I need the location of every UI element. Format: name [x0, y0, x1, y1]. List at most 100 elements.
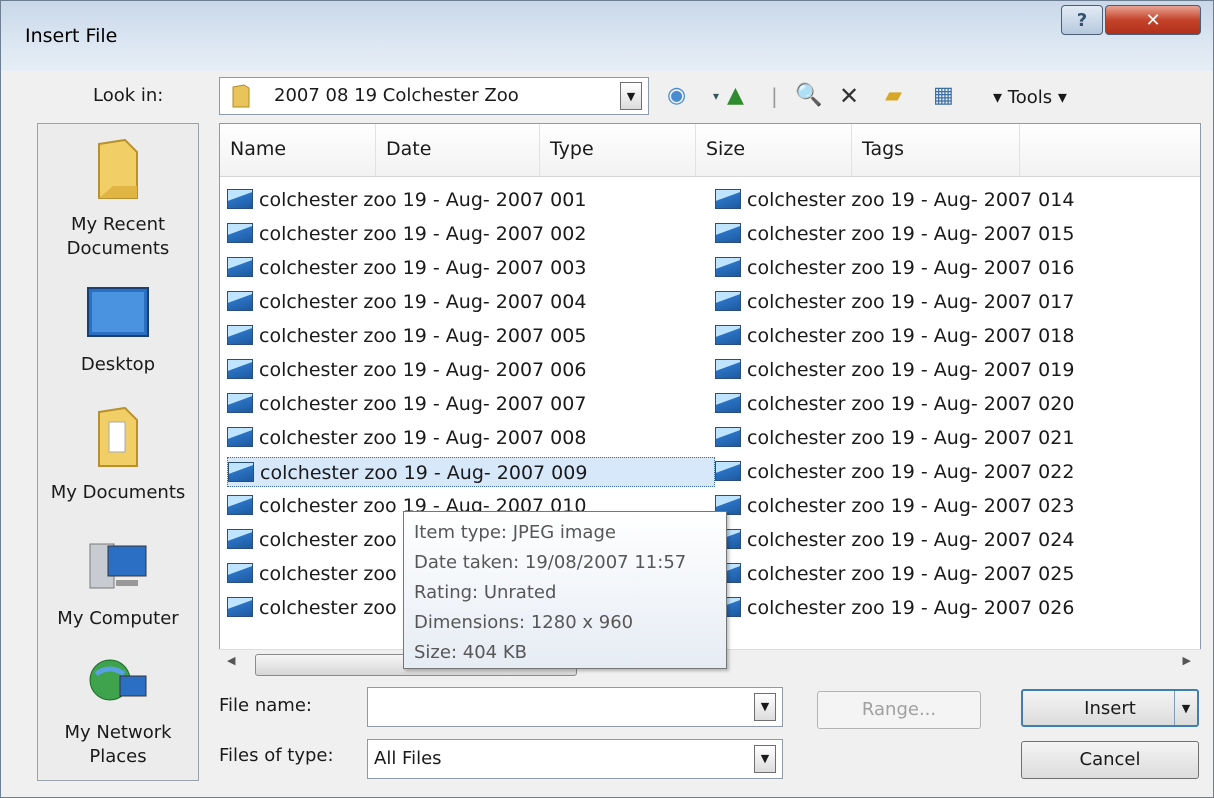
- file-item[interactable]: colchester zoo 19 - Aug- 2007 014: [715, 185, 1074, 215]
- column-header-row: Name Date Type Size Tags: [220, 124, 1200, 177]
- file-name: colchester zoo 19 - Aug- 2007 001: [259, 189, 587, 211]
- file-item[interactable]: colchester zoo 19 - Aug- 2007 016: [715, 253, 1074, 283]
- tooltip-rating: Rating: Unrated: [414, 582, 557, 603]
- image-file-icon: [715, 291, 741, 311]
- file-name: colchester zoo 19 - Aug- 2007 023: [747, 495, 1075, 517]
- file-item[interactable]: colchester zoo 19 - Aug- 2007 023: [715, 491, 1074, 521]
- place-label: My Computer: [57, 608, 179, 629]
- file-item[interactable]: colchester zoo 19 - Aug- 2007 004: [227, 287, 586, 317]
- scroll-left-icon[interactable]: ◀: [227, 654, 235, 667]
- file-item[interactable]: colchester zoo 19 - Aug- 2007 005: [227, 321, 586, 351]
- column-header-size[interactable]: Size: [696, 124, 852, 176]
- column-header-name[interactable]: Name: [220, 124, 376, 176]
- insert-options-icon[interactable]: ▼: [1174, 691, 1197, 725]
- place-desktop[interactable]: Desktop: [38, 286, 198, 377]
- files-of-type-value: All Files: [374, 748, 442, 769]
- scroll-right-icon[interactable]: ▶: [1183, 654, 1191, 667]
- image-file-icon: [715, 359, 741, 379]
- title-bar[interactable]: Insert File ? ✕: [1, 1, 1213, 71]
- tools-menu[interactable]: ▾ Tools ▾: [993, 87, 1067, 108]
- file-info-tooltip: Item type: JPEG image Date taken: 19/08/…: [403, 511, 727, 669]
- file-item[interactable]: colchester zoo 19 - Aug- 2007 015: [715, 219, 1074, 249]
- files-of-type-dropdown-button[interactable]: ▼: [754, 745, 776, 773]
- up-folder-icon[interactable]: ▲: [727, 83, 744, 109]
- image-file-icon: [227, 427, 253, 447]
- folder-icon: [232, 84, 250, 108]
- places-bar: My Recent Documents Desktop My Documents…: [37, 123, 199, 781]
- chevron-down-icon: ▼: [626, 89, 636, 103]
- image-file-icon: [227, 257, 253, 277]
- file-name: colchester zoo 19 - Aug- 2007 017: [747, 291, 1075, 313]
- image-file-icon: [227, 189, 253, 209]
- image-file-icon: [227, 291, 253, 311]
- insert-label: Insert: [1084, 698, 1136, 719]
- file-name: colchester zoo 19 - Aug- 2007 005: [259, 325, 587, 347]
- image-file-icon: [227, 495, 253, 515]
- look-in-combo[interactable]: 2007 08 19 Colchester Zoo ▼: [219, 77, 649, 115]
- files-of-type-select[interactable]: All Files ▼: [367, 739, 783, 779]
- help-button[interactable]: ?: [1061, 5, 1103, 35]
- image-file-icon: [715, 461, 741, 481]
- file-item[interactable]: colchester zoo 19 - Aug- 2007 006: [227, 355, 586, 385]
- place-my-documents[interactable]: My Documents: [38, 406, 198, 505]
- column-header-date[interactable]: Date: [376, 124, 540, 176]
- image-file-icon: [227, 223, 253, 243]
- file-name: colchester zoo 19 - Aug- 2007 007: [259, 393, 587, 415]
- search-web-icon[interactable]: 🔍: [795, 83, 822, 109]
- column-header-type[interactable]: Type: [540, 124, 696, 176]
- file-item[interactable]: colchester zoo 19 - Aug- 2007 007: [227, 389, 586, 419]
- file-name: colchester zoo 19 - Aug- 2007 024: [747, 529, 1075, 551]
- file-name: colchester zoo 19 - Aug- 2007 019: [747, 359, 1075, 381]
- file-item[interactable]: colchester zoo 19 - Aug- 2007 021: [715, 423, 1074, 453]
- column-header-tags[interactable]: Tags: [852, 124, 1020, 176]
- file-item[interactable]: colchester zoo 19 - Aug- 2007 009: [227, 457, 715, 487]
- file-item[interactable]: colchester zoo 19 - Aug- 2007 020: [715, 389, 1074, 419]
- new-folder-icon[interactable]: ▰: [885, 83, 902, 109]
- place-label: My Network Places: [64, 722, 172, 767]
- chevron-down-icon: ▼: [760, 752, 770, 765]
- file-item[interactable]: colchester zoo 19 - Aug- 2007 019: [715, 355, 1074, 385]
- close-icon: ✕: [1145, 9, 1161, 31]
- file-item[interactable]: colchester zoo 19 - Aug- 2007 003: [227, 253, 586, 283]
- back-icon[interactable]: ◉: [667, 83, 686, 109]
- file-item[interactable]: colchester zoo 19 - Aug- 2007 017: [715, 287, 1074, 317]
- place-my-computer[interactable]: My Computer: [38, 540, 198, 631]
- up-dropdown-icon[interactable]: ▾: [713, 83, 719, 109]
- image-file-icon: [227, 325, 253, 345]
- file-item[interactable]: colchester zoo 19 - Aug- 2007 026: [715, 593, 1074, 623]
- close-button[interactable]: ✕: [1105, 5, 1201, 35]
- insert-button[interactable]: Insert ▼: [1021, 689, 1199, 727]
- cancel-button[interactable]: Cancel: [1021, 741, 1199, 779]
- recent-folder-icon: [98, 138, 138, 199]
- file-name-dropdown-button[interactable]: ▼: [754, 693, 776, 721]
- views-icon[interactable]: ▦: [933, 83, 954, 109]
- file-name: colchester zoo 19 - Aug- 2007 004: [259, 291, 587, 313]
- file-item[interactable]: colchester zoo 19 - Aug- 2007 024: [715, 525, 1074, 555]
- file-name: colchester zoo 19 - Aug- 2007 014: [747, 189, 1075, 211]
- place-label: Desktop: [80, 354, 156, 375]
- image-file-icon: [715, 325, 741, 345]
- file-item[interactable]: colchester zoo 19 - Aug- 2007 022: [715, 457, 1074, 487]
- delete-icon[interactable]: ✕: [839, 83, 859, 109]
- file-item[interactable]: colchester zoo 19 - Aug- 2007 001: [227, 185, 586, 215]
- tooltip-dimensions: Dimensions: 1280 x 960: [414, 612, 634, 633]
- look-in-dropdown-button[interactable]: ▼: [620, 82, 642, 110]
- range-button[interactable]: Range...: [817, 691, 981, 729]
- file-name: colchester zoo 19 - Aug- 2007 021: [747, 427, 1075, 449]
- file-name: colchester zoo 19 - Aug- 2007 015: [747, 223, 1075, 245]
- image-file-icon: [227, 597, 253, 617]
- file-item[interactable]: colchester zoo 19 - Aug- 2007 018: [715, 321, 1074, 351]
- file-item[interactable]: colchester zoo 19 - Aug- 2007 002: [227, 219, 586, 249]
- place-my-network-places[interactable]: My Network Places: [38, 654, 198, 769]
- file-name-input[interactable]: ▼: [367, 687, 783, 727]
- image-file-icon: [227, 529, 253, 549]
- network-icon: [89, 659, 147, 701]
- image-file-icon: [227, 359, 253, 379]
- file-name: colchester zoo 19 - Aug- 2007 018: [747, 325, 1075, 347]
- place-my-recent-documents[interactable]: My Recent Documents: [38, 138, 198, 261]
- computer-icon: [89, 543, 147, 589]
- file-item[interactable]: colchester zoo 19 - Aug- 2007 025: [715, 559, 1074, 589]
- place-label: My Documents: [50, 482, 186, 503]
- image-file-icon: [227, 393, 253, 413]
- file-item[interactable]: colchester zoo 19 - Aug- 2007 008: [227, 423, 586, 453]
